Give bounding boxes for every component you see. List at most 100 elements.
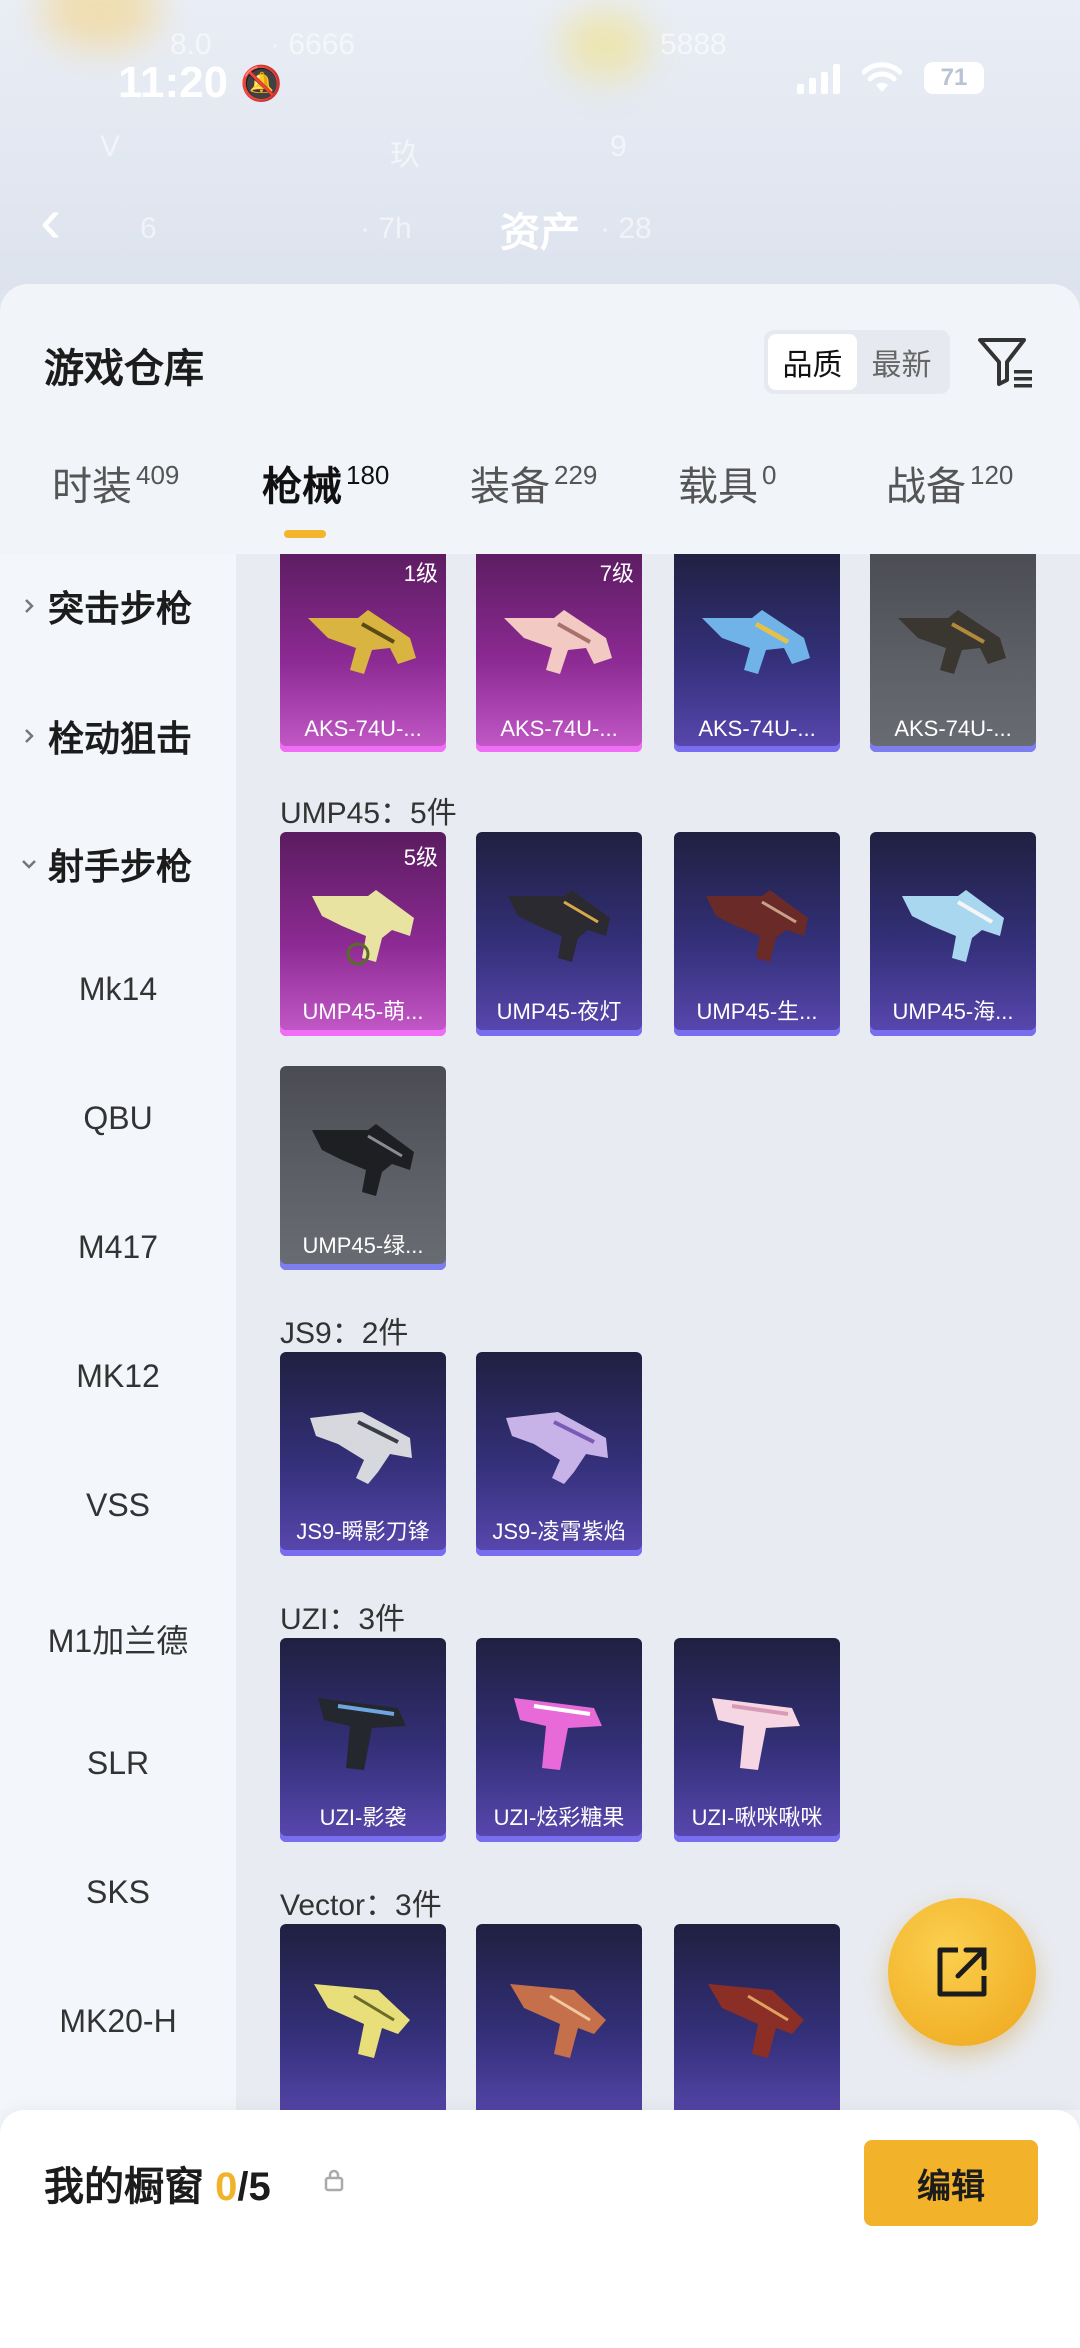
sidebar-subitem-mk14[interactable]: Mk14 xyxy=(0,971,236,1008)
item-card[interactable]: AKS-74U-... xyxy=(870,554,1036,752)
item-card[interactable]: 7级 AKS-74U-... xyxy=(476,554,642,752)
item-card[interactable]: UZI-啾咪啾咪 xyxy=(674,1638,840,1842)
sidebar-subitem-mk12[interactable]: MK12 xyxy=(0,1358,236,1395)
rifle-icon xyxy=(504,610,612,674)
background-title: 资产 xyxy=(500,211,580,255)
sidebar-subitem-sks[interactable]: SKS xyxy=(0,1874,236,1911)
item-card[interactable]: JS9-凌霄紫焰 xyxy=(476,1352,642,1556)
smg-icon xyxy=(508,890,610,962)
sheet-title: 游戏仓库 xyxy=(44,347,204,391)
item-name: UZI-炫彩糖果 xyxy=(493,1805,625,1830)
tab-supplies[interactable]: 战备 120 xyxy=(886,454,1013,512)
sidebar-subitem-mk20h[interactable]: MK20-H xyxy=(0,2003,236,2040)
external-link-icon xyxy=(937,1947,987,1997)
tab-count: 120 xyxy=(970,460,1014,490)
chevron-right-icon xyxy=(25,729,34,743)
item-grid: 1级 AKS-74U-... 7级 AKS-74U-... AKS-74U-..… xyxy=(236,554,1080,2110)
item-name: UMP45-绿... xyxy=(302,1233,424,1258)
rifle-icon xyxy=(308,610,416,674)
edit-button[interactable]: 编辑 xyxy=(864,2140,1038,2226)
tab-label: 装备 xyxy=(470,465,550,509)
tab-count: 409 xyxy=(136,460,180,490)
item-name: AKS-74U-... xyxy=(894,716,1012,741)
item-card[interactable]: UMP45-绿... xyxy=(280,1066,446,1270)
filter-icon[interactable] xyxy=(974,330,1038,394)
pistol-smg-icon xyxy=(514,1698,602,1770)
group-label-js9: JS9：2件 xyxy=(280,1317,409,1350)
sidebar-item-marksman-rifle[interactable]: 射手步枪 xyxy=(20,838,192,890)
mute-icon: 🔕 xyxy=(240,65,283,103)
item-card[interactable]: 1级 AKS-74U-... xyxy=(280,554,446,752)
smg-icon xyxy=(310,1412,412,1484)
tab-equipment[interactable]: 装备 229 xyxy=(470,454,597,512)
lock-icon xyxy=(324,2169,344,2192)
chevron-right-icon xyxy=(25,599,34,613)
weapon-type-sidebar: 突击步枪 栓动狙击 射手步枪 Mk14 QBU M417 MK12 VSS M1… xyxy=(0,554,236,2110)
item-card[interactable]: JS9-瞬影刀锋 xyxy=(280,1352,446,1556)
item-card[interactable] xyxy=(476,1924,642,2110)
smg-icon xyxy=(314,1984,410,2058)
sheet-header: 游戏仓库 品质 最新 xyxy=(0,284,1080,394)
active-tab-indicator xyxy=(284,530,326,538)
sidebar-item-assault-rifle[interactable]: 突击步枪 xyxy=(20,580,192,632)
showcase-used-count: 0 xyxy=(215,2165,238,2209)
sidebar-subitem-m1-garand[interactable]: M1加兰德 xyxy=(0,1616,236,1662)
smg-icon xyxy=(902,890,1004,962)
smg-icon xyxy=(312,1124,414,1196)
sidebar-subitem-m417[interactable]: M417 xyxy=(0,1229,236,1266)
showcase-total-count: /5 xyxy=(237,2165,271,2209)
tab-count: 229 xyxy=(554,460,598,490)
share-button[interactable] xyxy=(888,1898,1036,2046)
item-card[interactable]: AKS-74U-... xyxy=(674,554,840,752)
tab-count: 0 xyxy=(762,460,777,490)
item-card[interactable] xyxy=(674,1924,840,2110)
item-name: UZI-啾咪啾咪 xyxy=(691,1805,823,1830)
group-label-ump45: UMP45：5件 xyxy=(280,797,457,830)
smg-icon xyxy=(708,1984,804,2058)
item-card[interactable]: UZI-影袭 xyxy=(280,1638,446,1842)
item-name: UMP45-夜灯 xyxy=(496,999,622,1024)
item-card[interactable]: UMP45-海... xyxy=(870,832,1036,1036)
sidebar-subitem-vss[interactable]: VSS xyxy=(0,1487,236,1524)
sort-toggle: 品质 最新 xyxy=(764,330,950,394)
item-card[interactable]: UMP45-夜灯 xyxy=(476,832,642,1036)
item-name: AKS-74U-... xyxy=(698,716,816,741)
tab-count: 180 xyxy=(346,460,390,490)
sidebar-item-bolt-sniper[interactable]: 栓动狙击 xyxy=(20,710,192,762)
smg-icon xyxy=(312,890,414,966)
tab-fashion[interactable]: 时装 409 xyxy=(52,454,179,512)
status-icons: 71 xyxy=(797,62,984,94)
tab-firearms[interactable]: 枪械 180 xyxy=(262,454,389,512)
tab-label: 枪械 xyxy=(262,465,342,509)
item-name: UMP45-萌... xyxy=(302,999,424,1024)
pistol-smg-icon xyxy=(712,1698,800,1770)
background-app: 8.0 · 6666 5888 V 玖 9 6 · 7h · 28 11:20 … xyxy=(0,0,1080,290)
signal-icon xyxy=(797,62,840,94)
battery-indicator: 71 xyxy=(924,62,984,94)
sort-newest-button[interactable]: 最新 xyxy=(857,334,946,390)
sidebar-subitem-slr[interactable]: SLR xyxy=(0,1745,236,1782)
item-name: AKS-74U-... xyxy=(304,716,422,741)
rifle-icon xyxy=(898,610,1006,674)
sort-quality-button[interactable]: 品质 xyxy=(768,334,857,390)
smg-icon xyxy=(706,890,808,962)
item-card[interactable]: UMP45-生... xyxy=(674,832,840,1036)
showcase-label: 我的橱窗 xyxy=(44,2165,204,2209)
tab-label: 时装 xyxy=(52,465,132,509)
rifle-icon xyxy=(702,610,810,674)
item-name: UMP45-生... xyxy=(696,999,818,1024)
tab-label: 载具 xyxy=(678,465,758,509)
sidebar-item-label: 突击步枪 xyxy=(48,588,193,629)
sidebar-subitem-qbu[interactable]: QBU xyxy=(0,1100,236,1137)
showcase-bar: 我的橱窗 0/5 编辑 xyxy=(0,2110,1080,2348)
group-label-vector: Vector：3件 xyxy=(280,1889,442,1922)
item-card[interactable]: 5级 UMP45-萌... xyxy=(280,832,446,1036)
status-time: 11:20 xyxy=(118,58,229,107)
smg-icon xyxy=(510,1984,606,2058)
item-card[interactable]: UZI-炫彩糖果 xyxy=(476,1638,642,1842)
sidebar-item-label: 栓动狙击 xyxy=(48,718,193,759)
item-name: UMP45-海... xyxy=(892,999,1014,1024)
tab-vehicles[interactable]: 载具 0 xyxy=(678,454,776,512)
item-card[interactable] xyxy=(280,1924,446,2110)
group-label-uzi: UZI：3件 xyxy=(280,1603,406,1636)
